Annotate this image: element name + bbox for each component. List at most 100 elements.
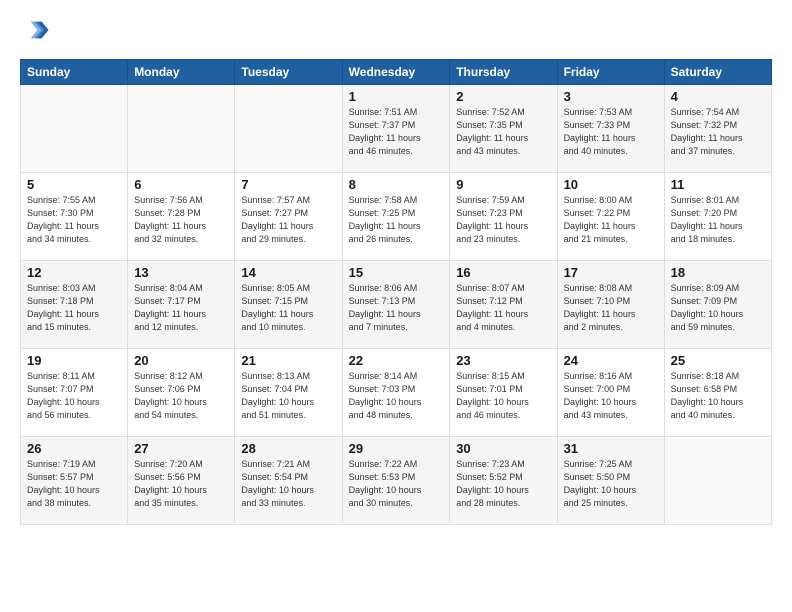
day-info: Sunrise: 7:23 AM Sunset: 5:52 PM Dayligh…	[456, 458, 550, 510]
day-number: 10	[564, 177, 658, 192]
day-number: 25	[671, 353, 765, 368]
day-number: 19	[27, 353, 121, 368]
calendar-cell: 31 Sunrise: 7:25 AM Sunset: 5:50 PM Dayli…	[557, 437, 664, 525]
day-info: Sunrise: 7:53 AM Sunset: 7:33 PM Dayligh…	[564, 106, 658, 158]
day-number: 16	[456, 265, 550, 280]
week-row-5: 26 Sunrise: 7:19 AM Sunset: 5:57 PM Dayli…	[21, 437, 772, 525]
day-number: 29	[349, 441, 444, 456]
day-info: Sunrise: 7:58 AM Sunset: 7:25 PM Dayligh…	[349, 194, 444, 246]
calendar-cell: 5 Sunrise: 7:55 AM Sunset: 7:30 PM Daylig…	[21, 173, 128, 261]
day-number: 20	[134, 353, 228, 368]
day-number: 21	[241, 353, 335, 368]
day-number: 5	[27, 177, 121, 192]
day-number: 7	[241, 177, 335, 192]
calendar-cell: 30Sunrise: 7:23 AM Sunset: 5:52 PM Dayli…	[450, 437, 557, 525]
day-number: 11	[671, 177, 765, 192]
day-info: Sunrise: 8:09 AM Sunset: 7:09 PM Dayligh…	[671, 282, 765, 334]
day-info: Sunrise: 8:00 AM Sunset: 7:22 PM Dayligh…	[564, 194, 658, 246]
day-number: 2	[456, 89, 550, 104]
calendar-cell: 1 Sunrise: 7:51 AM Sunset: 7:37 PM Daylig…	[342, 85, 450, 173]
day-number: 27	[134, 441, 228, 456]
day-number: 17	[564, 265, 658, 280]
day-info: Sunrise: 8:16 AM Sunset: 7:00 PM Dayligh…	[564, 370, 658, 422]
week-row-4: 19 Sunrise: 8:11 AM Sunset: 7:07 PM Dayli…	[21, 349, 772, 437]
calendar-cell: 17 Sunrise: 8:08 AM Sunset: 7:10 PM Dayli…	[557, 261, 664, 349]
day-number: 22	[349, 353, 444, 368]
day-number: 1	[349, 89, 444, 104]
day-number: 9	[456, 177, 550, 192]
calendar: SundayMondayTuesdayWednesdayThursdayFrid…	[20, 59, 772, 525]
calendar-cell: 15Sunrise: 8:06 AM Sunset: 7:13 PM Dayli…	[342, 261, 450, 349]
day-number: 4	[671, 89, 765, 104]
week-row-3: 12 Sunrise: 8:03 AM Sunset: 7:18 PM Dayli…	[21, 261, 772, 349]
calendar-cell	[664, 437, 771, 525]
calendar-cell: 12 Sunrise: 8:03 AM Sunset: 7:18 PM Dayli…	[21, 261, 128, 349]
day-info: Sunrise: 8:06 AM Sunset: 7:13 PM Dayligh…	[349, 282, 444, 334]
day-info: Sunrise: 8:08 AM Sunset: 7:10 PM Dayligh…	[564, 282, 658, 334]
day-info: Sunrise: 8:03 AM Sunset: 7:18 PM Dayligh…	[27, 282, 121, 334]
day-header-monday: Monday	[128, 60, 235, 85]
day-number: 28	[241, 441, 335, 456]
day-number: 31	[564, 441, 658, 456]
calendar-cell: 4 Sunrise: 7:54 AM Sunset: 7:32 PM Daylig…	[664, 85, 771, 173]
calendar-header-row: SundayMondayTuesdayWednesdayThursdayFrid…	[21, 60, 772, 85]
day-header-sunday: Sunday	[21, 60, 128, 85]
logo	[20, 16, 54, 49]
day-number: 12	[27, 265, 121, 280]
day-info: Sunrise: 8:12 AM Sunset: 7:06 PM Dayligh…	[134, 370, 228, 422]
calendar-cell: 23Sunrise: 8:15 AM Sunset: 7:01 PM Dayli…	[450, 349, 557, 437]
day-info: Sunrise: 7:51 AM Sunset: 7:37 PM Dayligh…	[349, 106, 444, 158]
calendar-cell	[128, 85, 235, 173]
day-info: Sunrise: 7:19 AM Sunset: 5:57 PM Dayligh…	[27, 458, 121, 510]
calendar-cell: 18Sunrise: 8:09 AM Sunset: 7:09 PM Dayli…	[664, 261, 771, 349]
day-info: Sunrise: 7:57 AM Sunset: 7:27 PM Dayligh…	[241, 194, 335, 246]
day-info: Sunrise: 8:13 AM Sunset: 7:04 PM Dayligh…	[241, 370, 335, 422]
calendar-cell: 2Sunrise: 7:52 AM Sunset: 7:35 PM Daylig…	[450, 85, 557, 173]
calendar-cell: 29Sunrise: 7:22 AM Sunset: 5:53 PM Dayli…	[342, 437, 450, 525]
day-info: Sunrise: 8:15 AM Sunset: 7:01 PM Dayligh…	[456, 370, 550, 422]
calendar-cell: 21 Sunrise: 8:13 AM Sunset: 7:04 PM Dayli…	[235, 349, 342, 437]
page: SundayMondayTuesdayWednesdayThursdayFrid…	[0, 0, 792, 612]
calendar-cell: 6Sunrise: 7:56 AM Sunset: 7:28 PM Daylig…	[128, 173, 235, 261]
calendar-cell: 19 Sunrise: 8:11 AM Sunset: 7:07 PM Dayli…	[21, 349, 128, 437]
day-header-saturday: Saturday	[664, 60, 771, 85]
calendar-cell	[21, 85, 128, 173]
day-info: Sunrise: 8:11 AM Sunset: 7:07 PM Dayligh…	[27, 370, 121, 422]
day-info: Sunrise: 7:54 AM Sunset: 7:32 PM Dayligh…	[671, 106, 765, 158]
calendar-cell: 13Sunrise: 8:04 AM Sunset: 7:17 PM Dayli…	[128, 261, 235, 349]
calendar-cell: 9 Sunrise: 7:59 AM Sunset: 7:23 PM Daylig…	[450, 173, 557, 261]
calendar-cell: 3 Sunrise: 7:53 AM Sunset: 7:33 PM Daylig…	[557, 85, 664, 173]
day-info: Sunrise: 8:04 AM Sunset: 7:17 PM Dayligh…	[134, 282, 228, 334]
day-info: Sunrise: 8:14 AM Sunset: 7:03 PM Dayligh…	[349, 370, 444, 422]
calendar-cell: 26 Sunrise: 7:19 AM Sunset: 5:57 PM Dayli…	[21, 437, 128, 525]
calendar-cell: 28 Sunrise: 7:21 AM Sunset: 5:54 PM Dayli…	[235, 437, 342, 525]
day-info: Sunrise: 7:55 AM Sunset: 7:30 PM Dayligh…	[27, 194, 121, 246]
day-number: 3	[564, 89, 658, 104]
day-info: Sunrise: 7:59 AM Sunset: 7:23 PM Dayligh…	[456, 194, 550, 246]
day-info: Sunrise: 8:01 AM Sunset: 7:20 PM Dayligh…	[671, 194, 765, 246]
day-info: Sunrise: 8:05 AM Sunset: 7:15 PM Dayligh…	[241, 282, 335, 334]
calendar-cell: 7 Sunrise: 7:57 AM Sunset: 7:27 PM Daylig…	[235, 173, 342, 261]
calendar-cell: 11 Sunrise: 8:01 AM Sunset: 7:20 PM Dayli…	[664, 173, 771, 261]
week-row-1: 1 Sunrise: 7:51 AM Sunset: 7:37 PM Daylig…	[21, 85, 772, 173]
day-number: 24	[564, 353, 658, 368]
calendar-cell	[235, 85, 342, 173]
day-info: Sunrise: 7:21 AM Sunset: 5:54 PM Dayligh…	[241, 458, 335, 510]
calendar-cell: 20 Sunrise: 8:12 AM Sunset: 7:06 PM Dayli…	[128, 349, 235, 437]
header	[20, 16, 772, 49]
day-number: 26	[27, 441, 121, 456]
day-info: Sunrise: 7:20 AM Sunset: 5:56 PM Dayligh…	[134, 458, 228, 510]
day-header-friday: Friday	[557, 60, 664, 85]
calendar-cell: 14 Sunrise: 8:05 AM Sunset: 7:15 PM Dayli…	[235, 261, 342, 349]
week-row-2: 5 Sunrise: 7:55 AM Sunset: 7:30 PM Daylig…	[21, 173, 772, 261]
calendar-cell: 22 Sunrise: 8:14 AM Sunset: 7:03 PM Dayli…	[342, 349, 450, 437]
calendar-cell: 16Sunrise: 8:07 AM Sunset: 7:12 PM Dayli…	[450, 261, 557, 349]
day-header-tuesday: Tuesday	[235, 60, 342, 85]
day-number: 8	[349, 177, 444, 192]
calendar-cell: 10 Sunrise: 8:00 AM Sunset: 7:22 PM Dayli…	[557, 173, 664, 261]
day-number: 14	[241, 265, 335, 280]
calendar-cell: 25Sunrise: 8:18 AM Sunset: 6:58 PM Dayli…	[664, 349, 771, 437]
logo-icon	[22, 16, 50, 44]
day-info: Sunrise: 7:56 AM Sunset: 7:28 PM Dayligh…	[134, 194, 228, 246]
day-info: Sunrise: 7:25 AM Sunset: 5:50 PM Dayligh…	[564, 458, 658, 510]
